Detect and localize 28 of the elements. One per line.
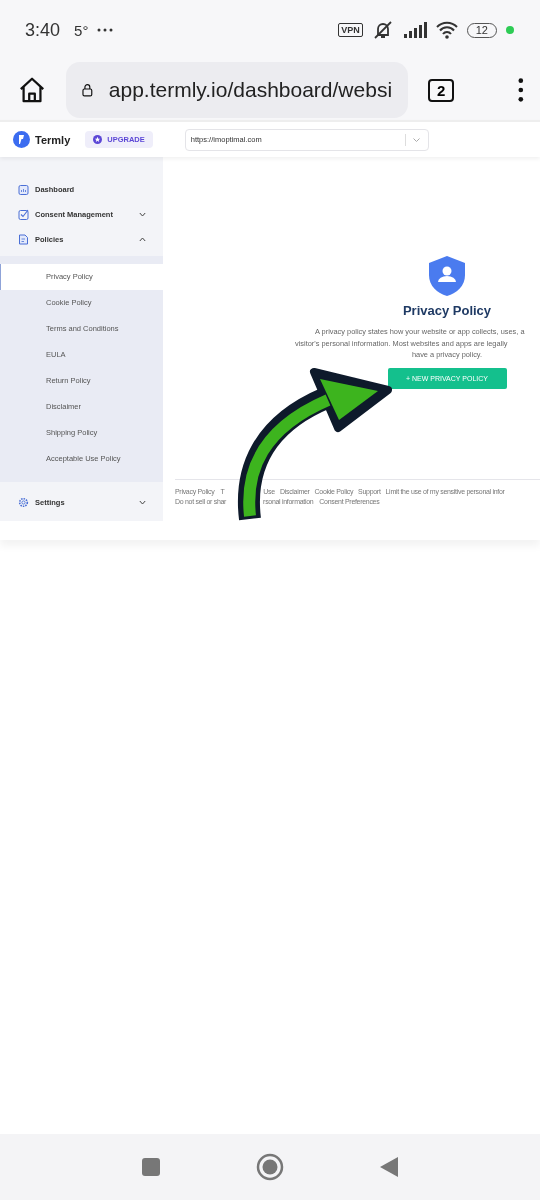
star-icon xyxy=(93,135,103,144)
brand-name: Termly xyxy=(35,133,71,146)
page-title: Privacy Policy xyxy=(402,303,492,318)
document-icon xyxy=(18,234,29,245)
vpn-badge: VPN xyxy=(338,23,363,37)
checkbox-icon xyxy=(18,209,29,220)
menu-icon[interactable] xyxy=(518,77,524,103)
chevron-icon xyxy=(139,237,146,242)
settings-icon xyxy=(18,497,29,508)
status-dot-icon xyxy=(506,26,514,34)
home-icon[interactable] xyxy=(18,76,47,104)
clock-time: 3:40 xyxy=(25,19,61,41)
home-button[interactable] xyxy=(256,1153,284,1181)
temperature: 5° xyxy=(74,21,89,39)
url-text: app.termly.io/dashboard/websi xyxy=(108,78,393,102)
recents-button[interactable] xyxy=(141,1157,161,1177)
address-bar[interactable]: app.termly.io/dashboard/websi xyxy=(66,62,409,118)
signal-icon xyxy=(402,22,427,38)
tab-count-button[interactable]: 2 xyxy=(428,78,455,102)
wifi-icon xyxy=(435,21,458,39)
logo-icon xyxy=(13,131,30,148)
back-button[interactable] xyxy=(379,1156,399,1178)
calendar-icon xyxy=(18,184,29,195)
shield-user-icon xyxy=(428,255,466,297)
chevron-icon xyxy=(139,500,146,505)
chevron-icon xyxy=(139,212,146,217)
chevron-down-icon xyxy=(412,137,420,142)
more-icon xyxy=(97,28,114,32)
